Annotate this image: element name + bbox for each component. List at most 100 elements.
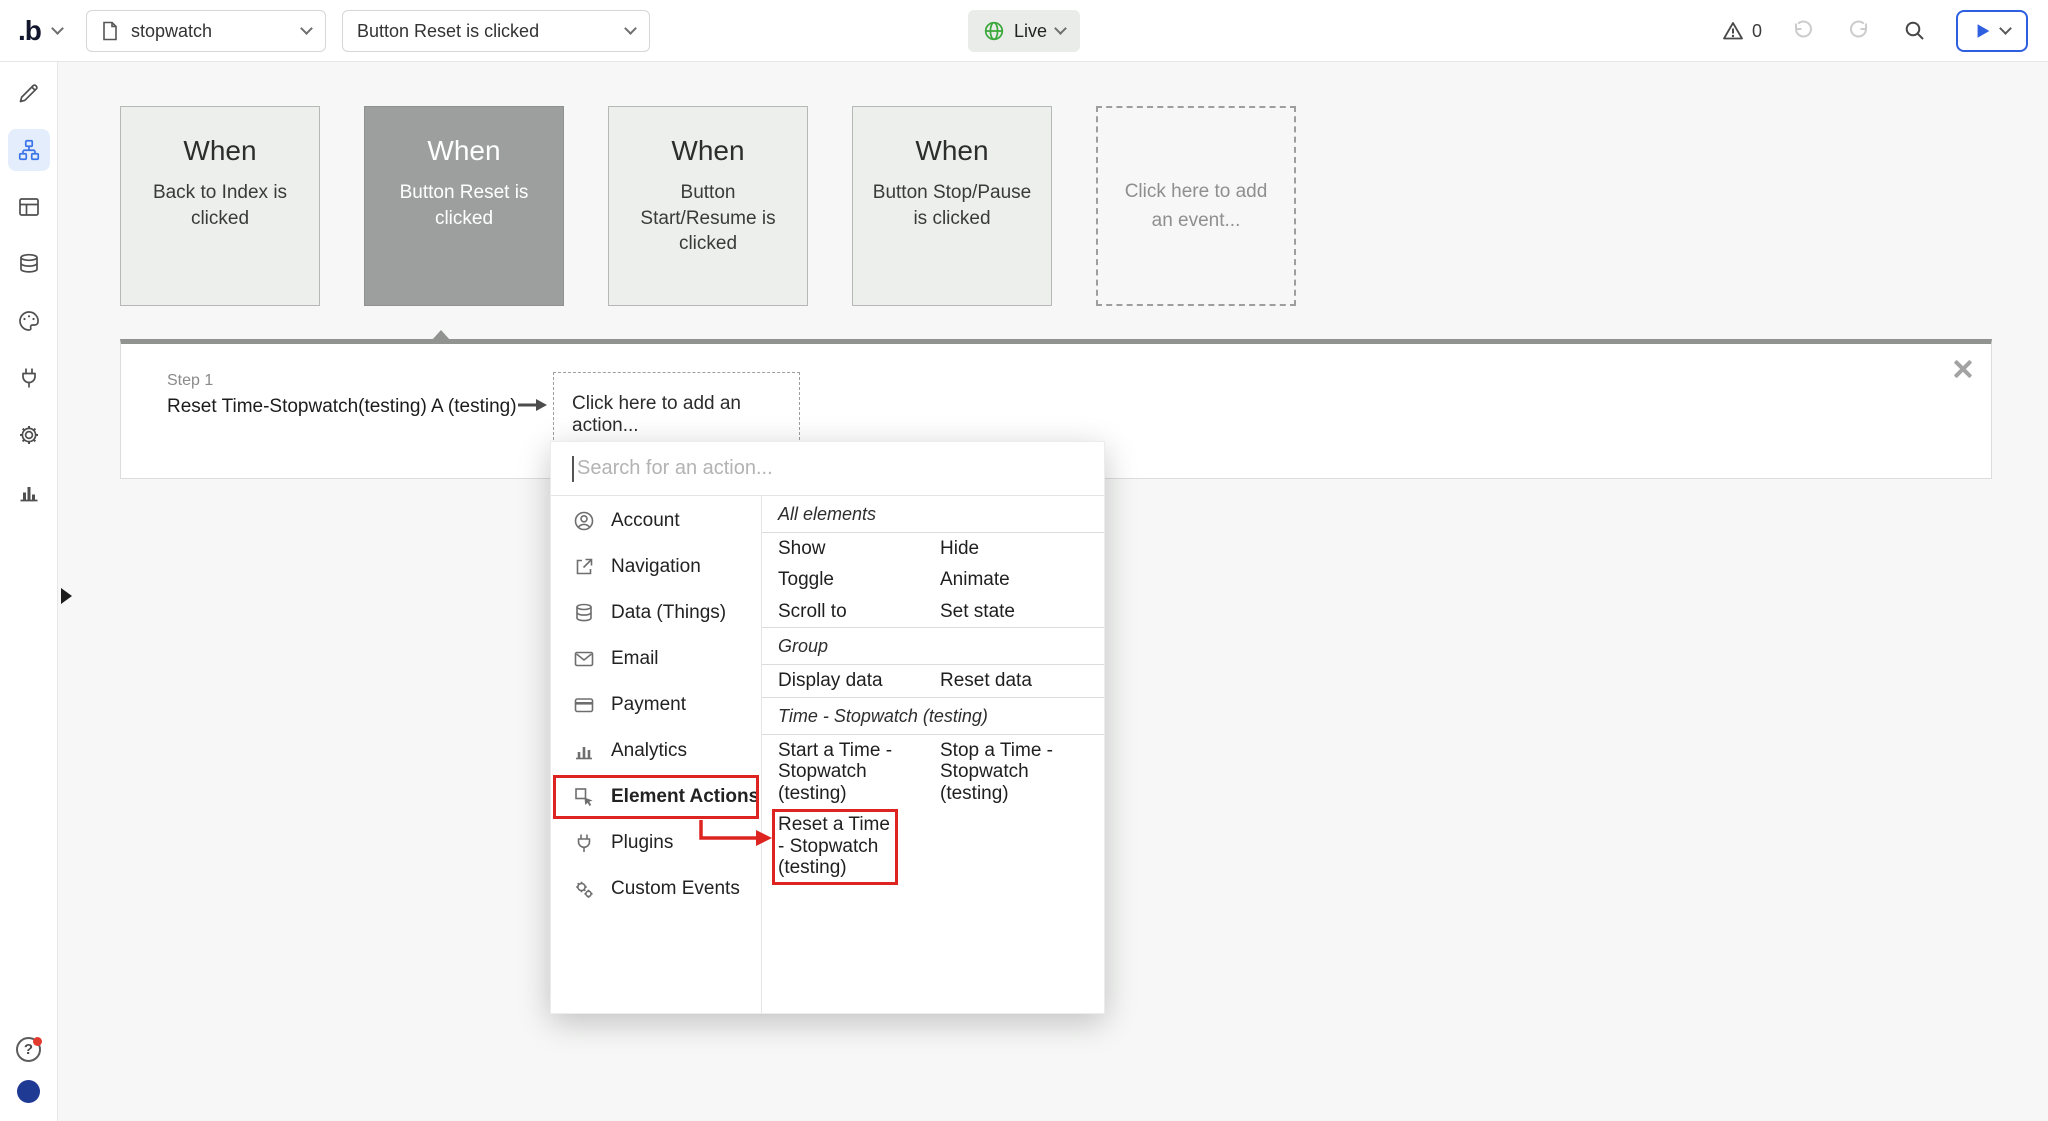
chevron-down-icon <box>51 22 64 35</box>
undo-button[interactable] <box>1788 16 1818 46</box>
workflow-selector-dropdown[interactable]: Button Reset is clicked <box>342 10 650 52</box>
category-label: Data (Things) <box>611 602 726 624</box>
issues-count: 0 <box>1752 21 1762 42</box>
action-item-animate[interactable]: Animate <box>940 569 1102 590</box>
help-button[interactable]: ? <box>16 1037 41 1062</box>
top-bar: .b stopwatch Button Reset is clicked Liv… <box>0 0 2048 62</box>
action-search-input[interactable] <box>551 442 1104 495</box>
close-icon[interactable] <box>1951 358 1973 380</box>
category-label: Navigation <box>611 556 701 578</box>
redo-icon <box>1847 19 1871 43</box>
sidebar-item-pages[interactable] <box>8 186 50 228</box>
action-item-reset-stopwatch[interactable]: Reset a Time - Stopwatch (testing) <box>778 814 940 884</box>
action-section-header: Group <box>762 628 1104 664</box>
search-button[interactable] <box>1900 16 1930 46</box>
gears-icon <box>573 878 595 900</box>
action-item-toggle[interactable]: Toggle <box>778 569 940 590</box>
action-item-show[interactable]: Show <box>778 538 940 559</box>
redo-button[interactable] <box>1844 16 1874 46</box>
element-click-icon <box>573 786 595 808</box>
page-selector-dropdown[interactable]: stopwatch <box>86 10 326 52</box>
workflow-selector-value: Button Reset is clicked <box>357 21 539 42</box>
add-action-placeholder[interactable]: Click here to add an action... <box>553 372 800 450</box>
undo-icon <box>1791 19 1815 43</box>
category-navigation[interactable]: Navigation <box>551 544 761 590</box>
sidebar-item-settings[interactable] <box>8 414 50 456</box>
panel-notch <box>432 330 450 340</box>
sidebar-item-data[interactable] <box>8 243 50 285</box>
sidebar-item-logs[interactable] <box>8 471 50 513</box>
category-account[interactable]: Account <box>551 498 761 544</box>
credit-card-icon <box>573 694 595 716</box>
sidebar-item-plugins[interactable] <box>8 357 50 399</box>
chevron-down-icon <box>1999 22 2012 35</box>
event-card-subtitle: Button Start/Resume is clicked <box>609 180 807 257</box>
event-card-title: When <box>121 135 319 167</box>
category-label: Payment <box>611 694 686 716</box>
left-sidebar: ? <box>0 62 58 1121</box>
event-card[interactable]: When Back to Index is clicked <box>120 106 320 306</box>
topbar-actions: 0 <box>1721 0 2028 62</box>
step-title[interactable]: Reset Time-Stopwatch(testing) A (testing… <box>167 396 517 418</box>
page-icon <box>101 21 119 41</box>
action-row: Display data Reset data <box>762 665 1104 696</box>
environment-selector[interactable]: Live <box>968 10 1080 52</box>
chevron-down-icon <box>624 22 637 35</box>
action-search <box>551 442 1104 496</box>
plug-icon <box>17 366 41 390</box>
sidebar-item-workflow[interactable] <box>8 129 50 171</box>
text-cursor <box>572 456 574 482</box>
avatar[interactable] <box>17 1080 40 1103</box>
event-card-selected[interactable]: When Button Reset is clicked <box>364 106 564 306</box>
action-item-start-stopwatch[interactable]: Start a Time - Stopwatch (testing) <box>778 740 940 804</box>
bar-chart-icon <box>17 480 41 504</box>
category-plugins[interactable]: Plugins <box>551 820 761 866</box>
action-item-scroll-to[interactable]: Scroll to <box>778 601 940 622</box>
action-item-reset-data[interactable]: Reset data <box>940 670 1102 691</box>
database-icon <box>17 252 41 276</box>
sidebar-collapse-handle[interactable] <box>61 588 72 604</box>
palette-icon <box>17 309 41 333</box>
bar-chart-icon <box>573 740 595 762</box>
issues-indicator[interactable]: 0 <box>1721 19 1762 43</box>
workflow-canvas: When Back to Index is clicked When Butto… <box>58 62 2048 1121</box>
category-label: Custom Events <box>611 878 740 900</box>
action-category-list: Account Navigation Dat <box>551 496 762 1013</box>
action-item-set-state[interactable]: Set state <box>940 601 1102 622</box>
sidebar-item-styles[interactable] <box>8 300 50 342</box>
category-custom-events[interactable]: Custom Events <box>551 866 761 912</box>
category-element-actions[interactable]: Element Actions <box>551 774 761 820</box>
bubble-logo-menu[interactable]: .b <box>18 0 62 62</box>
action-section-header: All elements <box>762 496 1104 532</box>
plug-icon <box>573 832 595 854</box>
step-number-label: Step 1 <box>167 372 213 390</box>
action-row: Show Hide <box>762 533 1104 564</box>
action-row: Toggle Animate <box>762 564 1104 595</box>
category-data-things[interactable]: Data (Things) <box>551 590 761 636</box>
workflow-hierarchy-icon <box>17 138 41 162</box>
action-item-display-data[interactable]: Display data <box>778 670 940 691</box>
action-item-hide[interactable]: Hide <box>940 538 1102 559</box>
action-row: Reset a Time - Stopwatch (testing) <box>762 809 1104 889</box>
flow-arrow-icon <box>517 397 547 413</box>
category-label: Plugins <box>611 832 673 854</box>
event-card[interactable]: When Button Stop/Pause is clicked <box>852 106 1052 306</box>
bubble-logo: .b <box>18 15 41 47</box>
preview-button[interactable] <box>1956 10 2028 52</box>
action-section-header: Time - Stopwatch (testing) <box>762 698 1104 734</box>
add-event-placeholder[interactable]: Click here to add an event... <box>1096 106 1296 306</box>
chevron-down-icon <box>300 22 313 35</box>
globe-icon <box>983 20 1005 42</box>
action-row: Scroll to Set state <box>762 596 1104 627</box>
event-card-title: When <box>365 135 563 167</box>
sidebar-item-design[interactable] <box>8 72 50 114</box>
event-card-subtitle: Button Reset is clicked <box>365 180 563 231</box>
category-email[interactable]: Email <box>551 636 761 682</box>
category-analytics[interactable]: Analytics <box>551 728 761 774</box>
action-row: Start a Time - Stopwatch (testing) Stop … <box>762 735 1104 809</box>
event-card-subtitle: Back to Index is clicked <box>121 180 319 231</box>
event-card[interactable]: When Button Start/Resume is clicked <box>608 106 808 306</box>
category-payment[interactable]: Payment <box>551 682 761 728</box>
category-label: Account <box>611 510 680 532</box>
action-item-stop-stopwatch[interactable]: Stop a Time - Stopwatch (testing) <box>940 740 1102 804</box>
